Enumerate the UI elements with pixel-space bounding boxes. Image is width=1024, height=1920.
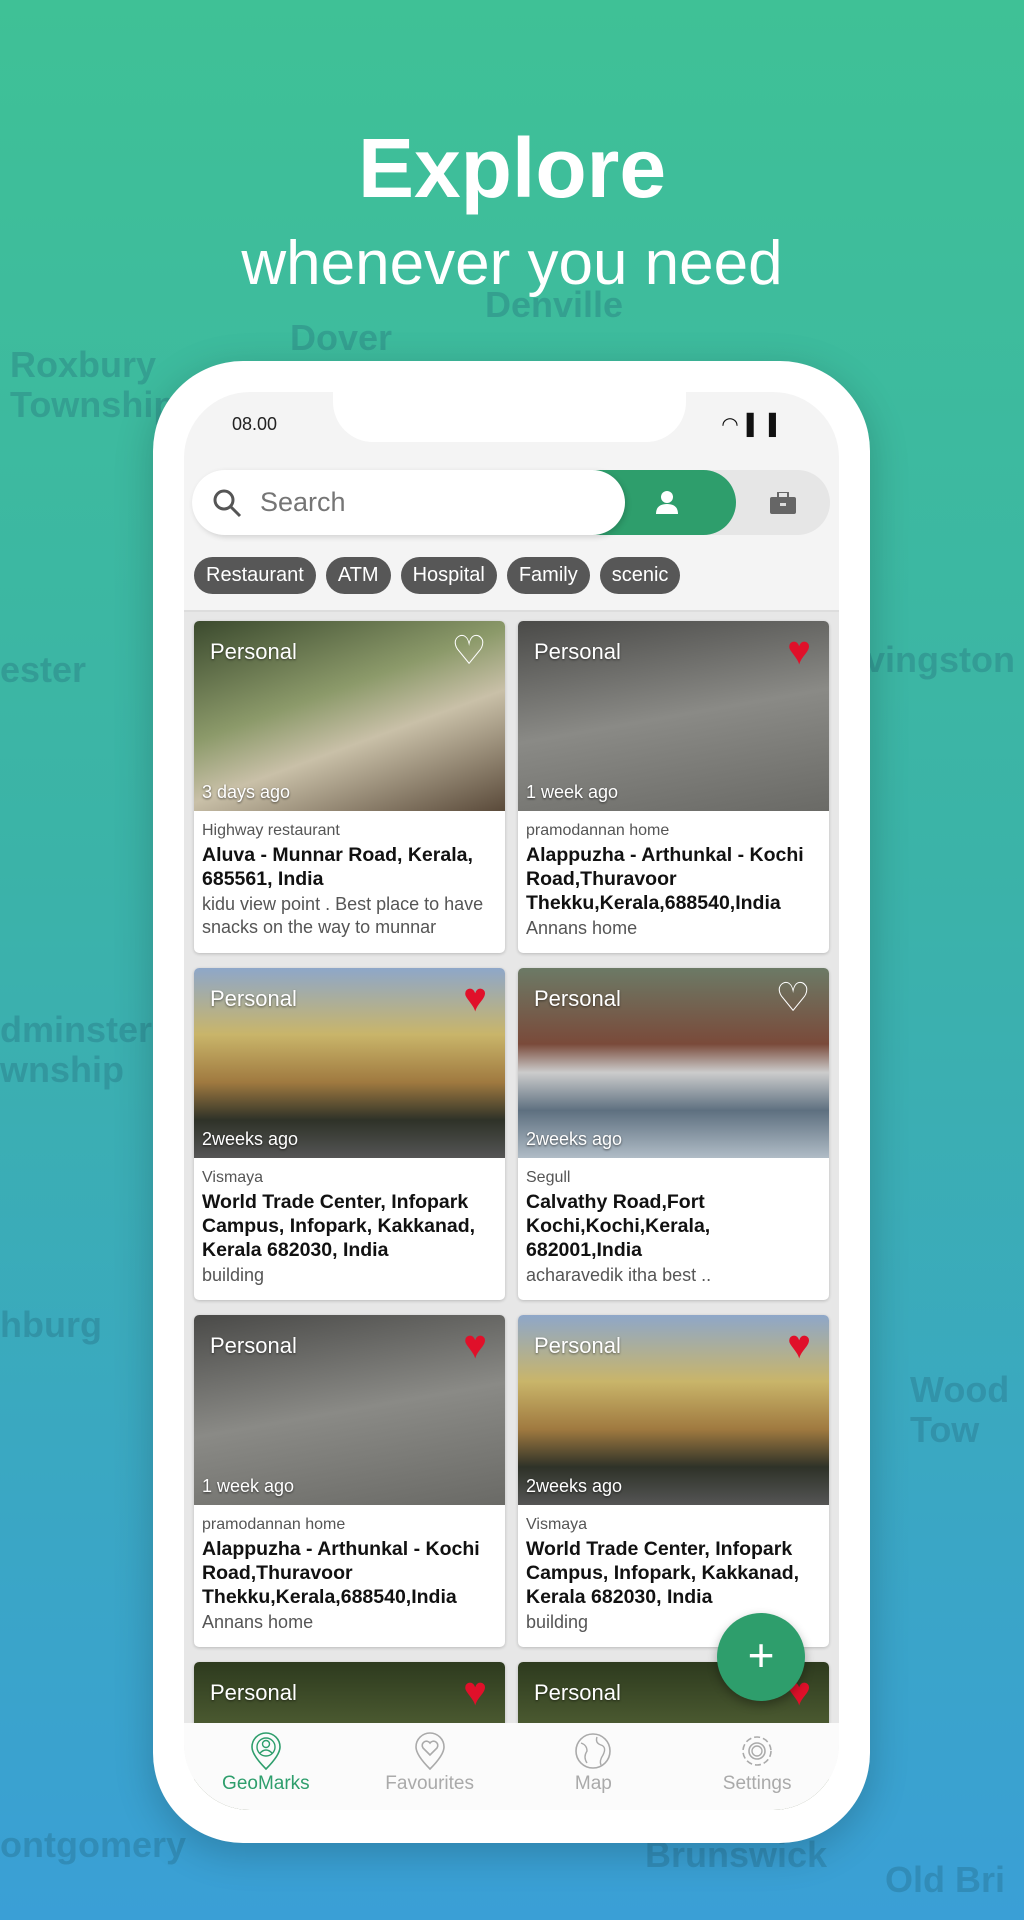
- place-photo: Personal ♡ 3 days ago: [194, 621, 505, 811]
- chip-family[interactable]: Family: [506, 557, 590, 594]
- heart-filled-icon[interactable]: ♥: [463, 978, 487, 1018]
- place-name: Vismaya: [202, 1169, 264, 1186]
- geomarks-pin-icon: [251, 1732, 281, 1771]
- heart-filled-icon[interactable]: ♥: [463, 1672, 487, 1712]
- place-address: World Trade Center, Infopark Campus, Inf…: [202, 1191, 476, 1261]
- geomarks-grid[interactable]: Personal ♡ 3 days ago Highway restaurant Al…: [184, 610, 839, 1810]
- place-name: Highway restaurant: [202, 822, 340, 839]
- place-description: acharavedik itha best ..: [526, 1265, 712, 1285]
- battery-icon: ▌▌: [746, 414, 791, 436]
- search-field: [192, 470, 625, 535]
- globe-icon: [575, 1733, 612, 1769]
- tag-label: Personal: [210, 986, 297, 1011]
- add-geomark-button[interactable]: +: [717, 1613, 805, 1701]
- heart-filled-icon[interactable]: ♥: [787, 1325, 811, 1365]
- nav-geomarks[interactable]: GeoMarks: [184, 1723, 348, 1810]
- tag-label: Personal: [210, 1680, 297, 1705]
- map-label: Wood Tow: [910, 1369, 1010, 1450]
- nav-map[interactable]: Map: [512, 1723, 676, 1810]
- geomark-card[interactable]: Personal ♥ 2weeks ago Vismaya World Trade C…: [194, 968, 505, 1300]
- place-address: Aluva - Munnar Road, Kerala, 685561, Ind…: [202, 844, 473, 890]
- time-ago: 2weeks ago: [526, 1476, 623, 1496]
- map-label: Dover: [290, 317, 393, 358]
- place-description: Annans home: [526, 918, 638, 938]
- place-name: pramodannan home: [526, 822, 670, 839]
- geomark-card[interactable]: Personal ♥ 2weeks ago Vismaya World Trade C…: [518, 1315, 829, 1647]
- map-label: vingston: [865, 639, 1015, 680]
- tag-label: Personal: [534, 1680, 621, 1705]
- chip-restaurant[interactable]: Restaurant: [194, 557, 316, 594]
- heart-filled-icon[interactable]: ♥: [463, 1325, 487, 1365]
- time-ago: 1 week ago: [526, 782, 619, 802]
- time-ago: 2weeks ago: [202, 1129, 299, 1149]
- map-label: Old Bri: [885, 1859, 1006, 1900]
- notch: [333, 392, 686, 442]
- business-toggle-button[interactable]: [736, 470, 830, 535]
- nav-label: GeoMarks: [222, 1773, 310, 1794]
- time-ago: 3 days ago: [202, 782, 291, 802]
- map-label: ester: [0, 649, 87, 690]
- nav-label: Map: [574, 1773, 612, 1794]
- search-input[interactable]: [260, 487, 590, 518]
- heart-filled-icon[interactable]: ♥: [787, 631, 811, 671]
- status-time: 08.00: [232, 414, 278, 434]
- nav-settings[interactable]: Settings: [675, 1723, 839, 1810]
- place-description: building: [202, 1265, 265, 1285]
- nav-label: Settings: [722, 1773, 792, 1794]
- place-photo: Personal ♥ 1 week ago: [194, 1315, 505, 1505]
- tag-label: Personal: [534, 639, 621, 664]
- tag-label: Personal: [534, 1333, 621, 1358]
- map-label: ontgomery: [0, 1824, 187, 1865]
- category-chips: Restaurant ATM Hospital Family scenic: [194, 557, 681, 594]
- subheadline: whenever you need: [241, 229, 783, 298]
- nav-favourites[interactable]: Favourites: [348, 1723, 512, 1810]
- geomark-card[interactable]: Personal ♡ 2weeks ago Segull Calvathy Road,…: [518, 968, 829, 1300]
- tag-label: Personal: [534, 986, 621, 1011]
- place-name: Segull: [526, 1169, 571, 1186]
- briefcase-icon: [770, 492, 796, 514]
- place-address: Alappuzha - Arthunkal - Kochi Road,Thura…: [526, 844, 804, 914]
- search-bar: [192, 470, 830, 535]
- tag-label: Personal: [210, 1333, 297, 1358]
- bottom-nav: GeoMarks Favourites Map Settings: [184, 1723, 839, 1810]
- geomark-card[interactable]: Personal ♥ 1 week ago pramodannan home Alap…: [194, 1315, 505, 1647]
- heart-outline-icon[interactable]: ♡: [775, 978, 811, 1018]
- place-name: pramodannan home: [202, 1516, 346, 1533]
- heart-pin-icon: [414, 1732, 445, 1771]
- place-name: Vismaya: [526, 1516, 588, 1533]
- place-photo: Personal ♥ 2weeks ago: [194, 968, 505, 1158]
- geomark-card[interactable]: Personal ♡ 3 days ago Highway restaurant Al…: [194, 621, 505, 953]
- place-photo: Personal ♥ 1 week ago: [518, 621, 829, 811]
- time-ago: 1 week ago: [202, 1476, 295, 1496]
- phone-frame: 08.00 ◠▌▌ RestaurantATMHospitalFamilysce…: [153, 361, 870, 1843]
- place-photo: Personal ♡ 2weeks ago: [518, 968, 829, 1158]
- chip-scenic[interactable]: scenic: [599, 557, 681, 594]
- wifi-icon: ◠: [721, 414, 747, 436]
- chip-hospital[interactable]: Hospital: [400, 557, 497, 594]
- place-address: World Trade Center, Infopark Campus, Inf…: [526, 1538, 800, 1608]
- place-description: kidu view point . Best place to have sna…: [202, 894, 484, 937]
- app-screen: 08.00 ◠▌▌ RestaurantATMHospitalFamilysce…: [184, 392, 839, 1810]
- geomark-card[interactable]: Personal ♥ 1 week ago pramodannan home Alap…: [518, 621, 829, 953]
- nav-label: Favourites: [385, 1773, 474, 1794]
- search-icon: [213, 489, 242, 517]
- map-label: Roxbury Township: [10, 344, 176, 425]
- place-description: Annans home: [202, 1612, 314, 1632]
- map-label: hburg: [0, 1304, 102, 1345]
- headline: Explore: [357, 121, 667, 215]
- place-address: Alappuzha - Arthunkal - Kochi Road,Thura…: [202, 1538, 480, 1608]
- status-icons: ◠▌▌: [721, 412, 791, 437]
- gear-icon: [742, 1736, 772, 1766]
- time-ago: 2weeks ago: [526, 1129, 623, 1149]
- heart-outline-icon[interactable]: ♡: [451, 631, 487, 671]
- map-label: dminster wnship: [0, 1009, 153, 1090]
- place-photo: Personal ♥ 2weeks ago: [518, 1315, 829, 1505]
- tag-label: Personal: [210, 639, 297, 664]
- chip-atm[interactable]: ATM: [325, 557, 391, 594]
- person-icon: [656, 491, 678, 514]
- place-address: Calvathy Road,Fort Kochi,Kochi,Kerala, 6…: [526, 1191, 711, 1261]
